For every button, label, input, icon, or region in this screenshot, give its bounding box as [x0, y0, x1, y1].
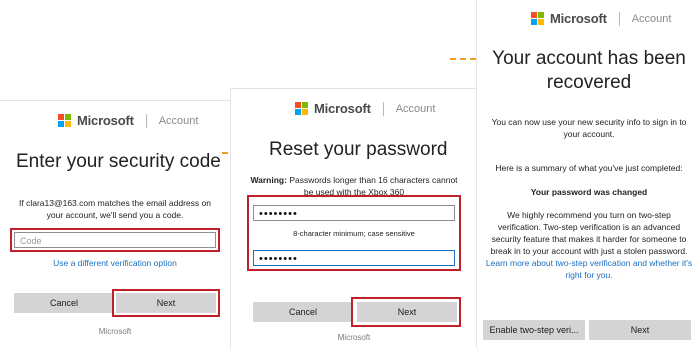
footer-brand: Microsoft [337, 333, 371, 342]
brand-divider [618, 11, 620, 26]
footer-brand: Microsoft [98, 327, 132, 336]
brand-section: Account [158, 114, 199, 127]
recommendation-message: We highly recommend you turn on two-step… [490, 210, 688, 256]
microsoft-logo-icon [531, 12, 544, 25]
learn-more-link[interactable]: Learn more about two-step verification a… [486, 258, 692, 280]
brand-name: Microsoft [77, 113, 134, 128]
warning-label: Warning: [250, 175, 287, 185]
brand-section: Account [631, 12, 672, 25]
enable-two-step-button[interactable]: Enable two-step veri... [483, 320, 585, 340]
microsoft-logo-icon [58, 114, 71, 127]
info-text: You can now use your new security info t… [491, 117, 687, 139]
reset-password-panel: Microsoft Account Reset your password Wa… [230, 88, 478, 349]
info-text: If clara13@163.com matches the email add… [19, 198, 211, 220]
highlight-box [351, 297, 461, 327]
page-title: Reset your password [269, 139, 448, 160]
recommendation-text: We highly recommend you turn on two-step… [485, 209, 693, 281]
highlight-box [10, 228, 220, 252]
microsoft-logo-icon [295, 102, 308, 115]
page-title: Enter your security code [16, 151, 221, 172]
highlight-box [247, 195, 461, 271]
security-code-panel: Microsoft Account Enter your security co… [0, 100, 231, 349]
password-changed-text: Your password was changed [530, 187, 648, 197]
alt-verification-link[interactable]: Use a different verification option [12, 257, 218, 269]
cancel-button[interactable]: Cancel [14, 293, 114, 313]
highlight-box [112, 289, 220, 317]
brand-divider [382, 101, 384, 116]
account-recovered-panel: Microsoft Account Your account has been … [476, 0, 700, 348]
brand-header: Microsoft Account [58, 113, 198, 128]
brand-name: Microsoft [314, 101, 371, 116]
brand-divider [145, 113, 147, 128]
summary-text: Here is a summary of what you've just co… [495, 163, 683, 173]
brand-header: Microsoft Account [531, 11, 671, 26]
cancel-button[interactable]: Cancel [253, 302, 353, 322]
brand-section: Account [395, 102, 436, 115]
brand-header: Microsoft Account [295, 101, 435, 116]
page-title: Your account has been recovered [492, 48, 686, 93]
brand-name: Microsoft [550, 11, 607, 26]
warning-message: Passwords longer than 16 characters cann… [289, 175, 458, 197]
next-button[interactable]: Next [589, 320, 691, 340]
